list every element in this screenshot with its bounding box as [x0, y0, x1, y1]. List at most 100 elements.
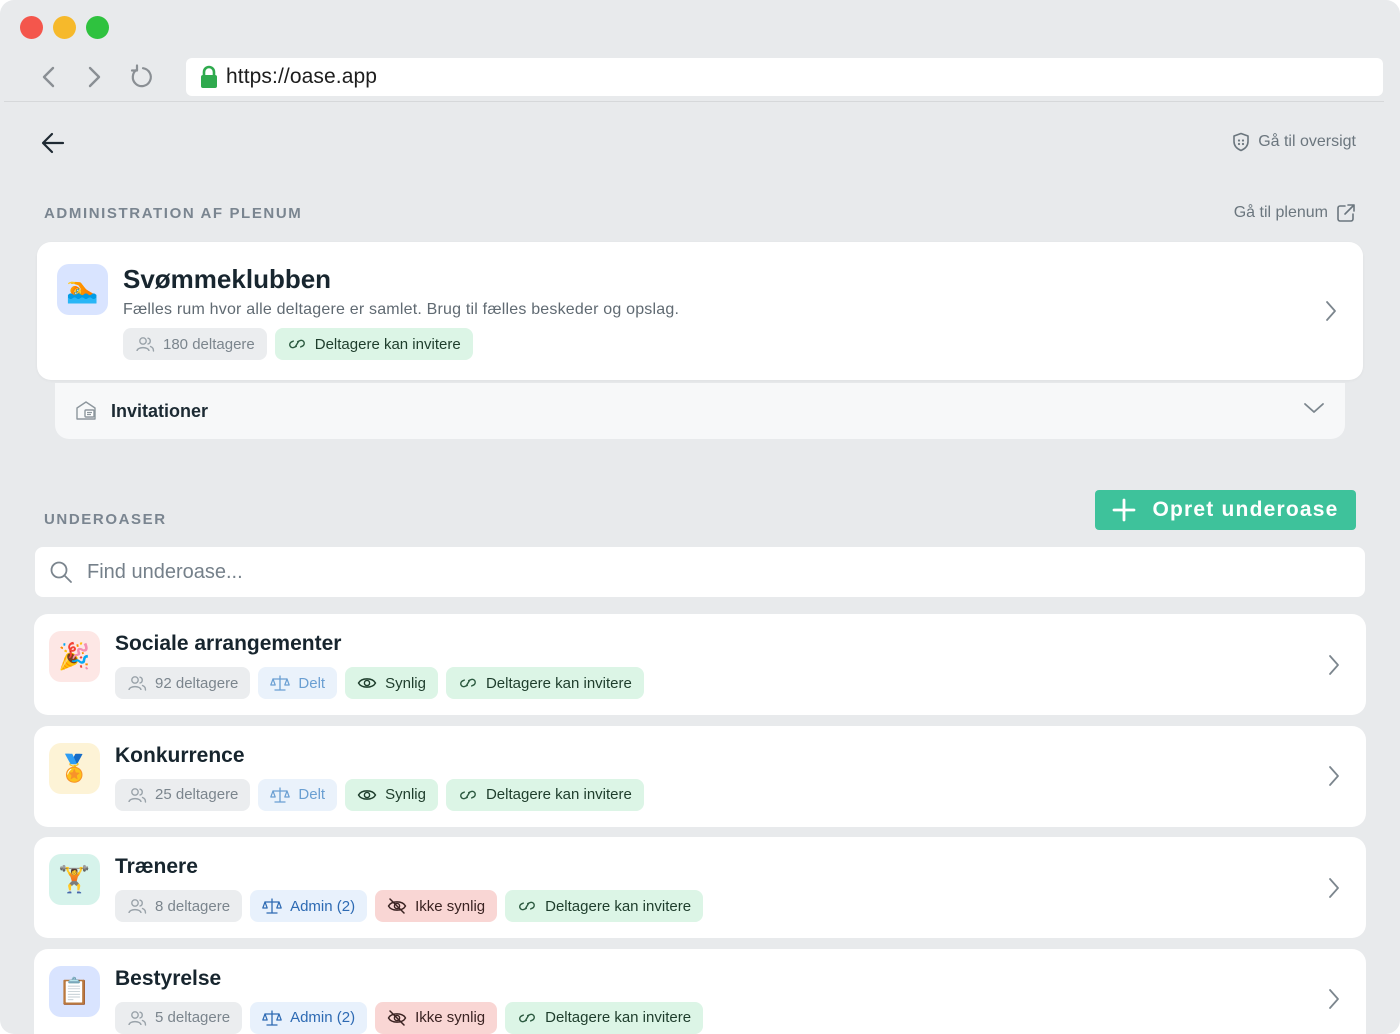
access-badge: Admin (2): [250, 1001, 368, 1034]
browser-forward-button[interactable]: [79, 62, 109, 92]
plenum-title: Svømmeklubben: [123, 264, 332, 294]
participants-badge: 8 deltagere: [115, 890, 243, 922]
go-to-overview-link[interactable]: Gå til oversigt: [1232, 132, 1356, 152]
invitations-label: Invitationer: [111, 400, 209, 421]
visibility-badge: Synlig: [345, 778, 438, 811]
go-to-plenum-link[interactable]: Gå til plenum: [1234, 203, 1356, 223]
visibility-label: Ikke synlig: [415, 897, 486, 915]
participants-count: 5 deltagere: [155, 1009, 231, 1026]
access-badge: Delt: [258, 667, 338, 699]
browser-back-button[interactable]: [34, 62, 64, 92]
suboases-section-label: UNDEROASER: [44, 511, 167, 528]
plenum-card[interactable]: 🏊 Svømmeklubben Fælles rum hvor alle del…: [37, 242, 1363, 380]
shield-icon: [1233, 132, 1249, 152]
chevron-right-icon: [1328, 877, 1340, 899]
reload-icon: [130, 64, 152, 88]
suboasis-title: Trænere: [115, 855, 198, 878]
eye-off-icon: [387, 898, 407, 914]
envelope-icon: [76, 401, 96, 420]
plenum-section-label: ADMINISTRATION AF PLENUM: [44, 205, 303, 222]
participants-count: 8 deltagere: [155, 897, 231, 915]
link-icon: [519, 1013, 535, 1022]
access-badge: Delt: [258, 778, 338, 811]
participants-badge: 180 deltagere: [123, 328, 267, 360]
suboasis-avatar: 🏋️: [49, 854, 100, 905]
users-icon: [128, 787, 147, 803]
search-input[interactable]: [87, 560, 1287, 584]
minimize-window-button[interactable]: [53, 16, 76, 39]
back-button[interactable]: [38, 128, 68, 158]
access-label: Admin (2): [290, 897, 356, 915]
access-label: Admin (2): [290, 1009, 356, 1026]
plenum-description: Fælles rum hvor alle deltagere er samlet…: [123, 301, 680, 318]
participants-count: 180 deltagere: [163, 335, 255, 353]
plenum-tags: 180 deltagere Deltagere kan invitere: [123, 328, 473, 360]
visibility-label: Ikke synlig: [415, 1009, 486, 1026]
create-suboasis-button[interactable]: Opret underoase: [1095, 490, 1356, 530]
eye-icon: [357, 678, 377, 688]
participants-count: 25 deltagere: [155, 786, 239, 803]
eye-icon: [357, 789, 377, 800]
visibility-badge: Ikke synlig: [375, 890, 498, 922]
invite-badge: Deltagere kan invitere: [274, 328, 473, 360]
suboasis-card[interactable]: 🎉 Sociale arrangementer 92 deltagere Del…: [34, 614, 1366, 715]
suboasis-tags: 25 deltagere Delt Synlig Deltagere kan i…: [115, 778, 644, 811]
scale-icon: [270, 675, 291, 691]
invite-badge: Deltagere kan invitere: [445, 778, 644, 811]
window-controls: [20, 16, 109, 39]
suboasis-avatar: 🏅: [49, 742, 100, 794]
chevron-right-icon: [1325, 300, 1337, 322]
lock-icon: [200, 65, 218, 89]
chevron-down-icon: [1303, 401, 1325, 415]
search-icon: [50, 561, 72, 583]
invite-badge: Deltagere kan invitere: [505, 890, 704, 922]
address-bar[interactable]: https://oase.app: [186, 58, 1383, 96]
invite-label: Deltagere kan invitere: [314, 335, 461, 353]
suboasis-title: Bestyrelse: [115, 966, 222, 990]
scale-icon: [262, 898, 282, 914]
arrow-left-icon: [41, 132, 65, 154]
suboasis-title: Konkurrence: [115, 743, 245, 767]
external-link-icon: [1337, 204, 1355, 222]
users-icon: [128, 899, 147, 914]
link-icon: [460, 790, 476, 799]
invite-label: Deltagere kan invitere: [485, 674, 632, 692]
invite-label: Deltagere kan invitere: [545, 897, 692, 915]
suboasis-tags: 8 deltagere Admin (2) Ikke synlig Deltag…: [115, 890, 704, 922]
close-window-button[interactable]: [20, 16, 43, 39]
suboasis-search[interactable]: [35, 547, 1365, 597]
access-label: Delt: [298, 674, 326, 692]
participants-badge: 92 deltagere: [115, 667, 251, 699]
access-label: Delt: [298, 786, 326, 803]
chrome-divider: [4, 101, 1384, 102]
browser-reload-button[interactable]: [126, 62, 156, 92]
scale-icon: [262, 1009, 282, 1026]
suboasis-title: Sociale arrangementer: [115, 632, 342, 655]
overview-link-label: Gå til oversigt: [1258, 133, 1356, 150]
visibility-badge: Synlig: [345, 667, 438, 699]
chevron-right-icon: [1328, 765, 1340, 787]
link-icon: [288, 339, 305, 349]
create-suboasis-label: Opret underoase: [1152, 498, 1339, 521]
users-icon: [128, 676, 147, 691]
chevron-right-icon: [1328, 988, 1340, 1010]
scale-icon: [270, 786, 291, 803]
suboasis-card[interactable]: 🏅 Konkurrence 25 deltagere Delt Synlig D…: [34, 725, 1366, 827]
eye-off-icon: [387, 1009, 407, 1026]
maximize-window-button[interactable]: [86, 16, 109, 39]
invite-badge: Deltagere kan invitere: [445, 667, 644, 699]
suboasis-card[interactable]: 🏋️ Trænere 8 deltagere Admin (2) Ikke sy…: [34, 837, 1366, 938]
invitations-toggle[interactable]: Invitationer: [55, 383, 1345, 439]
plenum-link-label: Gå til plenum: [1233, 204, 1328, 221]
url-text: https://oase.app: [226, 65, 378, 88]
chevron-right-icon: [88, 66, 101, 88]
invite-badge: Deltagere kan invitere: [505, 1001, 704, 1034]
participants-badge: 25 deltagere: [115, 778, 251, 811]
plus-icon: [1113, 498, 1136, 522]
chevron-left-icon: [42, 66, 55, 88]
plenum-avatar: 🏊: [57, 264, 108, 315]
participants-count: 92 deltagere: [155, 674, 239, 692]
access-badge: Admin (2): [250, 890, 368, 922]
users-icon: [136, 337, 155, 352]
suboasis-card[interactable]: 📋 Bestyrelse 5 deltagere Admin (2) Ikke …: [34, 948, 1366, 1034]
